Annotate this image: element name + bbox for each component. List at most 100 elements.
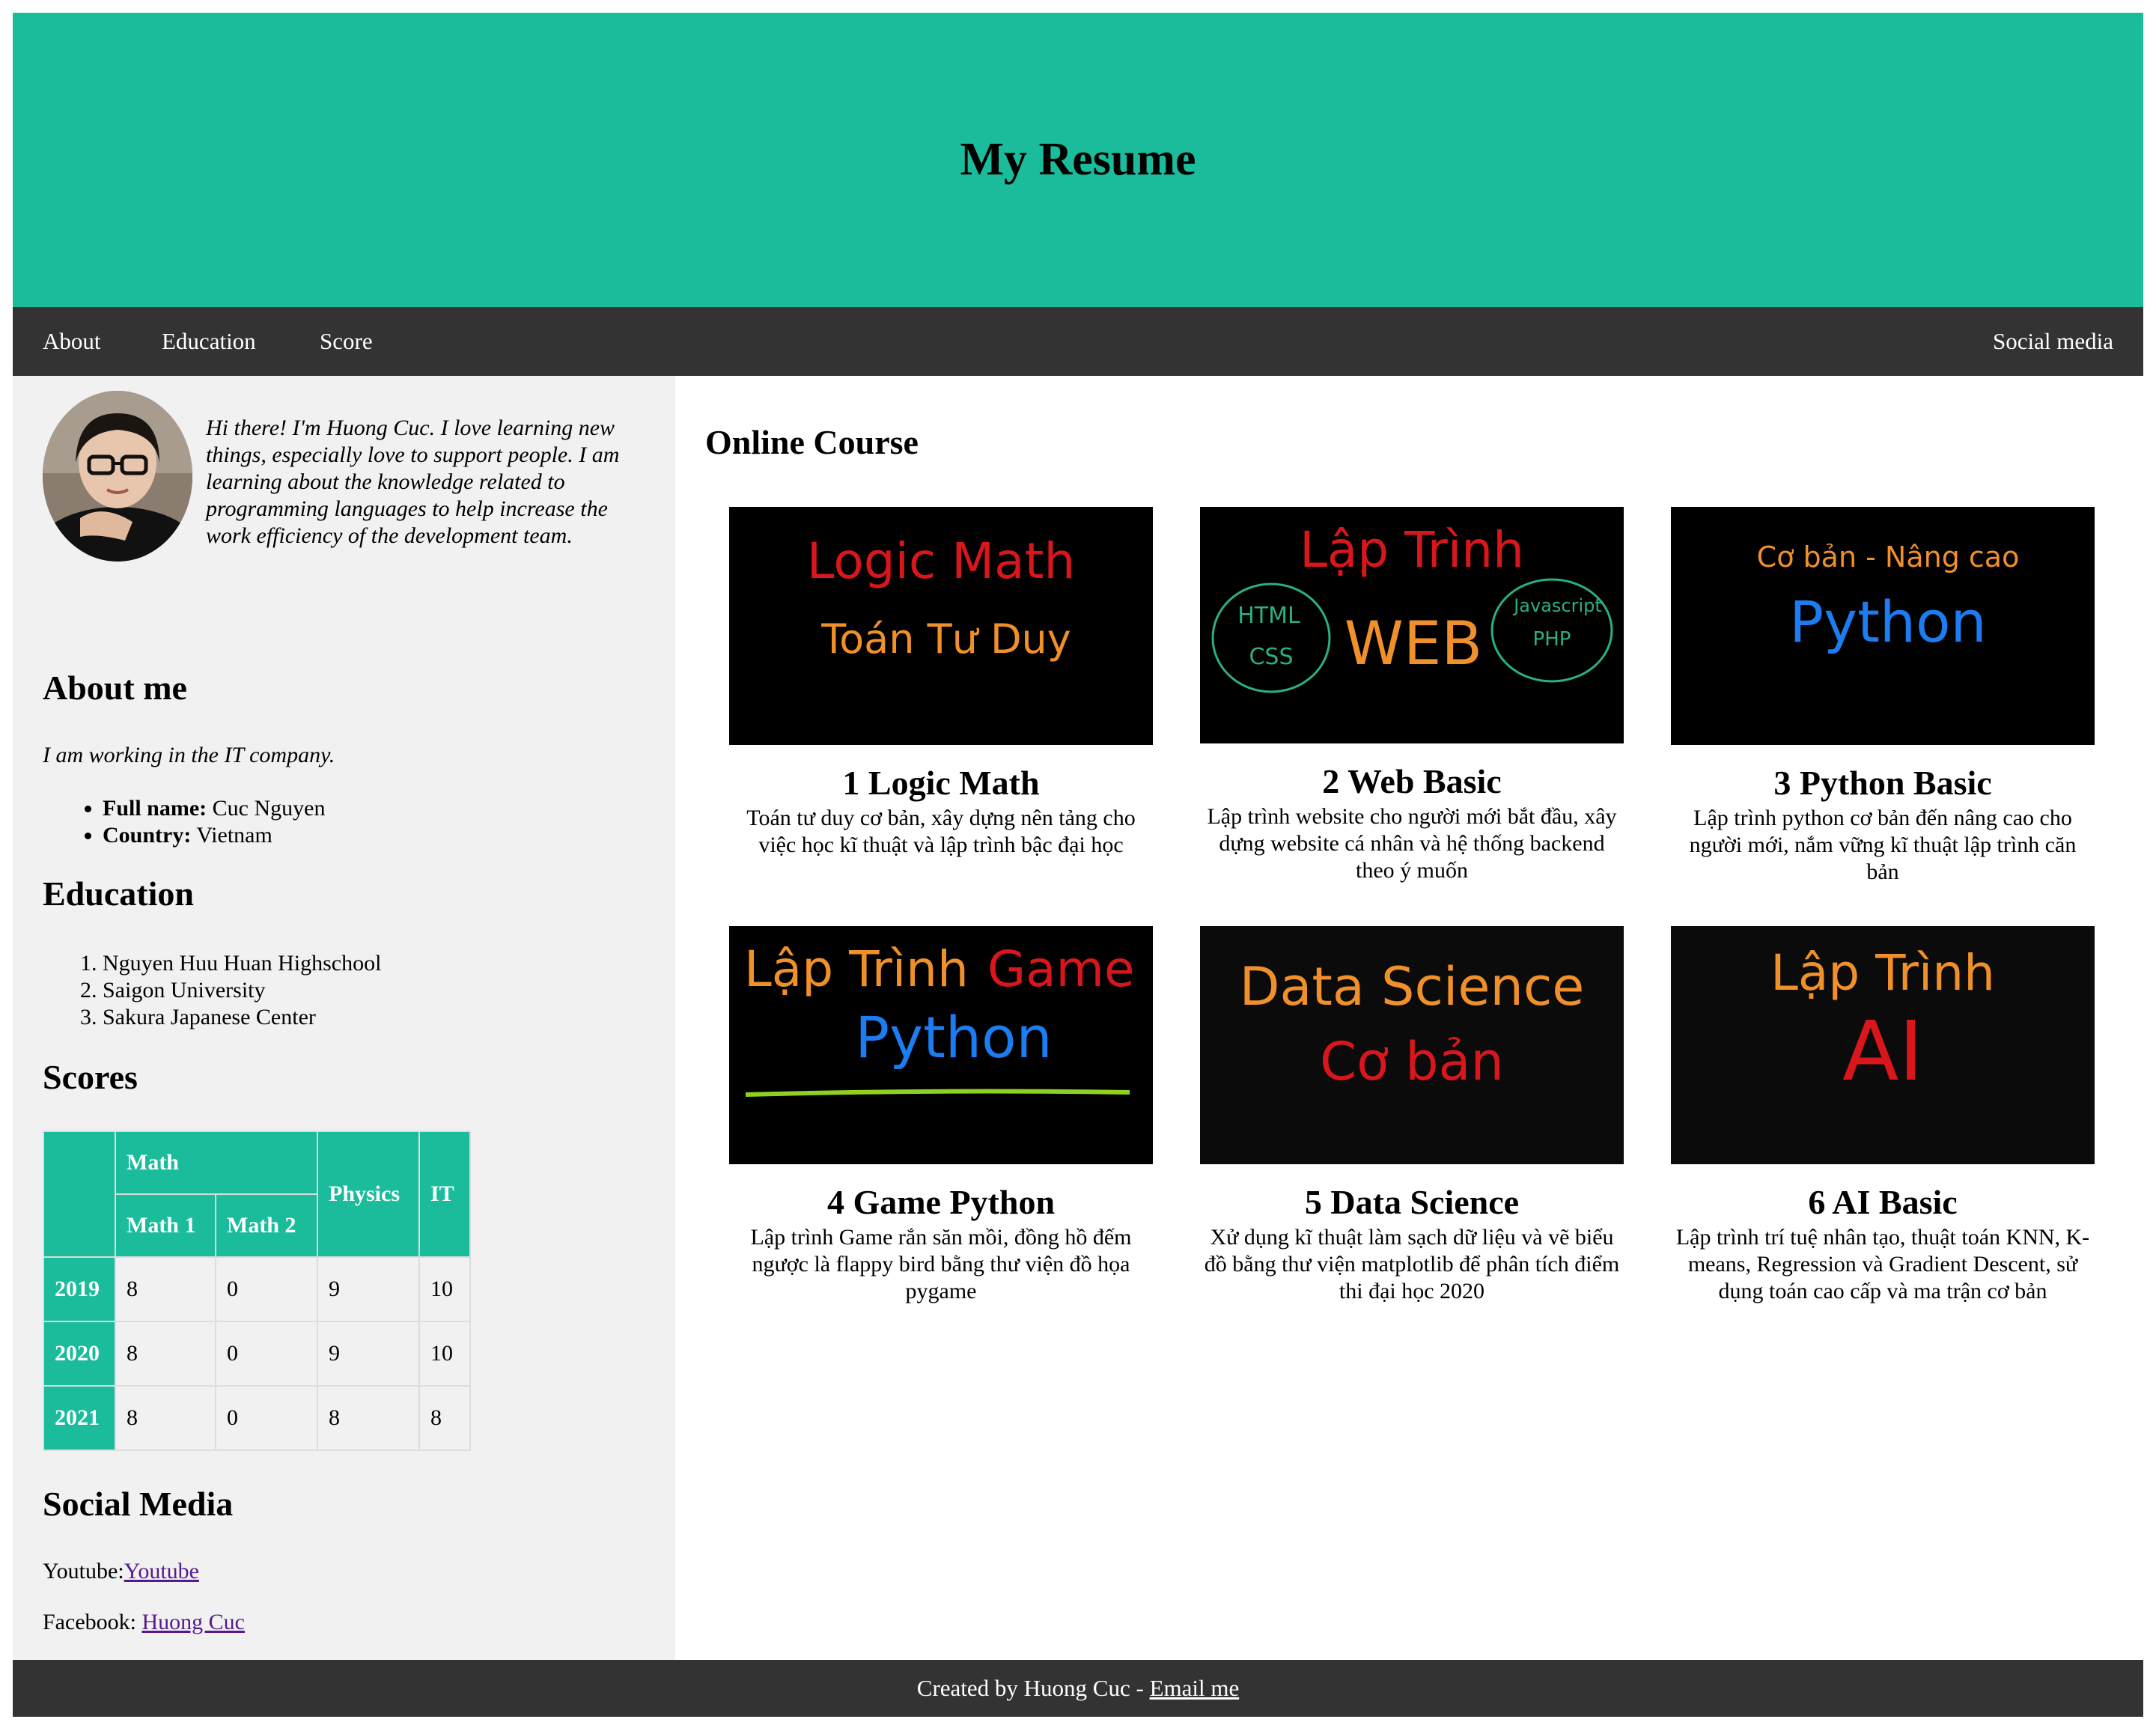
thumb-text: Python <box>1789 588 1986 655</box>
score-cell: 0 <box>215 1256 318 1322</box>
course-title: 4 Game Python <box>826 1183 1056 1221</box>
page-footer: Created by Huong Cuc - Email me <box>13 1660 2143 1717</box>
table-row: 2020 8 0 9 10 <box>43 1321 471 1387</box>
facebook-label: Facebook: <box>43 1610 142 1634</box>
score-cell: 10 <box>418 1321 471 1387</box>
youtube-line: Youtube:Youtube <box>43 1559 199 1584</box>
table-row: 2021 8 0 8 8 <box>43 1385 471 1451</box>
page: My Resume About Education Score Social m… <box>13 13 2143 1717</box>
course-thumbnail[interactable]: Cơ bản - Nâng cao Python <box>1671 507 2095 745</box>
score-cell: 8 <box>115 1385 216 1451</box>
youtube-label: Youtube: <box>43 1559 124 1584</box>
thumb-text: Toán Tư Duy <box>820 615 1071 663</box>
facebook-link[interactable]: Huong Cuc <box>141 1610 245 1634</box>
footer-text: Created by Huong Cuc - <box>916 1675 1150 1701</box>
list-item: Nguyen Huu Huan Highschool <box>103 950 381 977</box>
course-thumbnail[interactable]: Data Science Cơ bản <box>1200 926 1624 1164</box>
score-cell: 8 <box>115 1321 216 1387</box>
about-list: Full name: Cuc Nguyen Country: Vietnam <box>43 795 325 849</box>
course-card[interactable]: Cơ bản - Nâng cao Python 3 Python Basic … <box>1671 507 2095 886</box>
course-thumbnail[interactable]: Lập Trình AI <box>1671 926 2095 1164</box>
course-title: 3 Python Basic <box>1773 764 1992 802</box>
course-card[interactable]: Lập Trình AI 6 AI Basic Lập trình trí tu… <box>1671 926 2095 1305</box>
thumb-text: Cơ bản <box>1320 1031 1504 1092</box>
country-value: Vietnam <box>196 823 272 848</box>
score-cell: 0 <box>215 1321 318 1387</box>
math-header: Math <box>115 1131 318 1195</box>
about-text: I am working in the IT company. <box>43 743 335 767</box>
score-cell: 8 <box>317 1385 420 1451</box>
avatar <box>43 391 192 562</box>
course-card[interactable]: Lập Trình Game Python 4 Game Python Lập … <box>729 926 1153 1305</box>
course-card[interactable]: Data Science Cơ bản 5 Data Science Xử dụ… <box>1200 926 1624 1305</box>
country-label: Country: <box>103 823 192 848</box>
course-title: 6 AI Basic <box>1808 1183 1958 1221</box>
thumb-text: Data Science <box>1240 956 1585 1017</box>
sidebar: Hi there! I'm Huong Cuc. I love learning… <box>13 376 675 1660</box>
email-link[interactable]: Email me <box>1150 1675 1240 1701</box>
course-title: 1 Logic Math <box>842 764 1040 802</box>
score-cell: 9 <box>317 1321 420 1387</box>
youtube-link[interactable]: Youtube <box>124 1559 199 1584</box>
courses-heading: Online Course <box>705 423 919 461</box>
thumb-text: Lập Trình <box>1770 944 1995 1002</box>
list-item: Country: Vietnam <box>103 822 325 849</box>
course-thumbnail[interactable]: Lập Trình WEB HTML CSS Javascript PHP <box>1200 507 1624 743</box>
nav-education-link[interactable]: Education <box>162 307 256 376</box>
course-thumbnail[interactable]: Lập Trình Game Python <box>729 926 1153 1164</box>
intro-text: Hi there! I'm Huong Cuc. I love learning… <box>206 416 620 548</box>
math1-header: Math 1 <box>115 1193 216 1258</box>
nav-score-link[interactable]: Score <box>320 307 373 376</box>
facebook-line: Facebook: Huong Cuc <box>43 1610 245 1635</box>
physics-header: Physics <box>317 1131 420 1258</box>
thumb-text: Logic Math <box>807 532 1076 590</box>
course-description: Lập trình website cho người mới bắt đầu,… <box>1207 804 1617 883</box>
year-cell: 2020 <box>43 1321 116 1387</box>
year-cell: 2021 <box>43 1385 116 1451</box>
thumb-text: Lập Trình <box>1300 521 1524 579</box>
page-header: My Resume <box>13 13 2143 307</box>
thumb-text: Cơ bản - Nâng cao <box>1757 541 2020 574</box>
main-content: Online Course Logic Math Toán Tư Duy 1 L… <box>675 376 2143 1660</box>
course-title: 5 Data Science <box>1304 1183 1520 1221</box>
course-card[interactable]: Lập Trình WEB HTML CSS Javascript PHP 2 … <box>1200 507 1624 884</box>
fullname-label: Full name: <box>103 796 207 821</box>
course-description: Xử dụng kĩ thuật làm sạch dữ liệu và vẽ … <box>1204 1225 1620 1303</box>
nav-about-link[interactable]: About <box>43 307 101 376</box>
thumb-text: Python <box>855 1004 1052 1071</box>
scores-heading: Scores <box>43 1058 138 1096</box>
course-description: Lập trình Game rắn săn mồi, đồng hồ đếm … <box>750 1225 1132 1303</box>
thumb-text: Lập Trình <box>744 940 969 998</box>
score-cell: 8 <box>418 1385 471 1451</box>
score-cell: 10 <box>418 1256 471 1322</box>
table-row: 2019 8 0 9 10 <box>43 1256 471 1322</box>
thumb-text: WEB <box>1345 609 1483 678</box>
page-title: My Resume <box>960 134 1196 185</box>
education-list: Nguyen Huu Huan Highschool Saigon Univer… <box>43 950 381 1031</box>
list-item: Sakura Japanese Center <box>103 1004 381 1031</box>
score-cell: 0 <box>215 1385 318 1451</box>
course-thumbnail[interactable]: Logic Math Toán Tư Duy <box>729 507 1153 745</box>
thumb-text: HTML <box>1237 603 1300 629</box>
course-description: Lập trình trí tuệ nhân tạo, thuật toán K… <box>1675 1225 2090 1303</box>
math2-header: Math 2 <box>215 1193 318 1258</box>
thumb-text: Game <box>987 940 1135 998</box>
top-nav: About Education Score Social media <box>13 307 2143 376</box>
score-cell: 8 <box>115 1256 216 1322</box>
scores-table: Math Physics IT Math 1 Math 2 2019 8 0 9… <box>43 1131 471 1451</box>
course-title: 2 Web Basic <box>1322 762 1502 800</box>
list-item: Full name: Cuc Nguyen <box>103 795 325 822</box>
thumb-text: Javascript <box>1512 595 1602 616</box>
course-description: Toán tư duy cơ bản, xây dựng nên tảng ch… <box>746 806 1136 857</box>
fullname-value: Cuc Nguyen <box>212 796 326 821</box>
thumb-text: CSS <box>1249 644 1293 670</box>
score-cell: 9 <box>317 1256 420 1322</box>
nav-social-media-link[interactable]: Social media <box>1993 307 2113 376</box>
thumb-text: AI <box>1842 1003 1923 1099</box>
about-heading: About me <box>43 669 187 707</box>
thumb-text: PHP <box>1533 628 1571 651</box>
list-item: Saigon University <box>103 977 381 1004</box>
education-heading: Education <box>43 874 194 913</box>
social-heading: Social Media <box>43 1485 234 1523</box>
course-card[interactable]: Logic Math Toán Tư Duy 1 Logic Math Toán… <box>729 507 1153 859</box>
